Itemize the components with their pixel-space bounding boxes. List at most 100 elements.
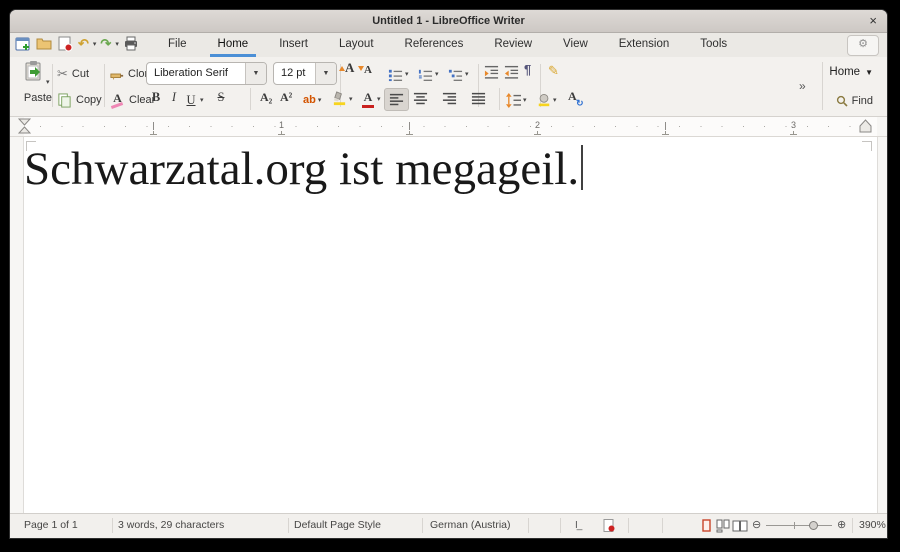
font-size-value[interactable]: 12 pt: [274, 63, 315, 84]
character-highlight-dropdown-icon[interactable]: ▾: [318, 96, 322, 104]
separator: [852, 518, 853, 533]
edit-mode-pencil-icon[interactable]: ✎: [548, 63, 559, 79]
underline-button[interactable]: U ▾: [184, 90, 204, 110]
ruler-number: 1: [279, 120, 284, 130]
formatting-marks-button[interactable]: ¶: [524, 62, 531, 77]
align-left-button[interactable]: [384, 88, 409, 111]
subscript-button[interactable]: A₂: [260, 90, 272, 105]
document-modified-icon[interactable]: [603, 519, 616, 533]
tab-home[interactable]: Home: [205, 33, 262, 57]
zoom-out-button[interactable]: ⊖: [752, 514, 761, 537]
strikethrough-button[interactable]: S: [214, 90, 228, 105]
align-center-button[interactable]: [413, 91, 428, 106]
separator: [628, 518, 629, 533]
line-spacing-dropdown-icon[interactable]: ▾: [523, 96, 527, 104]
font-name-value[interactable]: Liberation Serif: [147, 63, 245, 84]
save-icon[interactable]: [57, 36, 73, 52]
character-highlight-button[interactable]: ab ▾: [303, 90, 321, 110]
quick-access-toolbar: ↶ ▾ ↷ ▾: [15, 36, 139, 52]
paragraph-text[interactable]: Schwarzatal.org ist megageil.: [24, 143, 579, 195]
paragraph-background-dropdown-icon[interactable]: ▾: [553, 96, 557, 104]
numbered-list-button[interactable]: ▾: [418, 64, 439, 84]
paragraph-background-button[interactable]: ▾: [537, 90, 557, 110]
page-style-status[interactable]: Default Page Style: [294, 514, 381, 537]
paste-label[interactable]: Paste: [20, 92, 56, 104]
document-text[interactable]: Schwarzatal.org ist megageil.: [24, 137, 583, 201]
zoom-slider-notch: [794, 522, 795, 529]
autocorrect-button[interactable]: A ↻: [568, 91, 577, 103]
font-color-dropdown-icon[interactable]: ▾: [377, 95, 381, 103]
font-color-button[interactable]: A ▾: [361, 89, 381, 109]
tab-tools[interactable]: Tools: [687, 33, 740, 57]
book-view-button[interactable]: [732, 519, 748, 533]
align-justify-button[interactable]: [471, 91, 486, 106]
up-arrow-icon: [339, 66, 345, 71]
font-name-dropdown-icon[interactable]: ▼: [245, 63, 266, 84]
tab-references[interactable]: References: [392, 33, 477, 57]
highlighter-icon: [332, 91, 347, 107]
character-highlight-icon: ab: [303, 94, 316, 106]
right-indent-marker[interactable]: [859, 119, 872, 134]
increase-indent-button[interactable]: [484, 65, 499, 80]
context-menu-button[interactable]: Home ▼: [829, 66, 873, 78]
highlight-dropdown-icon[interactable]: ▾: [349, 95, 353, 103]
notebookbar-tab-row: ↶ ▾ ↷ ▾ File Home Insert Layout Referenc…: [10, 33, 887, 57]
tab-view[interactable]: View: [550, 33, 601, 57]
font-size-combobox[interactable]: 12 pt ▼: [273, 62, 337, 85]
default-tabstop-mark: [534, 130, 541, 135]
new-document-icon[interactable]: [15, 36, 31, 52]
bold-button[interactable]: B: [149, 90, 163, 105]
align-right-button[interactable]: [442, 91, 457, 106]
tab-extension[interactable]: Extension: [606, 33, 683, 57]
outline-list-dropdown-icon[interactable]: ▾: [465, 70, 469, 78]
bullet-list-dropdown-icon[interactable]: ▾: [405, 70, 409, 78]
toolbar-overflow-button[interactable]: »: [799, 79, 806, 93]
underline-dropdown-icon[interactable]: ▾: [200, 96, 204, 104]
undo-icon[interactable]: ↶: [78, 36, 89, 52]
default-tabstop-mark: [406, 130, 413, 135]
redo-dropdown-icon[interactable]: ▾: [115, 40, 119, 48]
page-right-margin-strip: [877, 137, 887, 514]
page-number-status[interactable]: Page 1 of 1: [24, 514, 78, 537]
document-canvas[interactable]: Schwarzatal.org ist megageil.: [10, 137, 887, 514]
gear-icon[interactable]: ⚙: [847, 35, 879, 56]
copy-button[interactable]: Copy: [57, 90, 102, 110]
redo-icon[interactable]: ↷: [100, 36, 111, 52]
superscript-button[interactable]: A²: [280, 90, 292, 105]
decrease-indent-button[interactable]: [504, 65, 519, 80]
font-size-dropdown-icon[interactable]: ▼: [315, 63, 336, 84]
status-bar: Page 1 of 1 3 words, 29 characters Defau…: [10, 513, 887, 538]
zoom-slider[interactable]: [766, 525, 832, 526]
zoom-in-button[interactable]: ⊕: [837, 514, 846, 537]
tab-layout[interactable]: Layout: [326, 33, 387, 57]
font-name-combobox[interactable]: Liberation Serif ▼: [146, 62, 267, 85]
line-spacing-button[interactable]: ▾: [506, 90, 527, 110]
horizontal-ruler[interactable]: 1 2 3: [10, 117, 887, 137]
print-icon[interactable]: [123, 36, 139, 52]
zoom-level-status[interactable]: 390%: [859, 514, 886, 537]
cut-button[interactable]: ✂ Cut: [57, 64, 89, 84]
paste-dropdown-icon[interactable]: ▾: [46, 78, 50, 86]
find-button[interactable]: Find: [836, 91, 873, 111]
numbered-list-dropdown-icon[interactable]: ▾: [435, 70, 439, 78]
open-icon[interactable]: [36, 36, 52, 52]
word-count-status[interactable]: 3 words, 29 characters: [118, 514, 224, 537]
multi-page-view-button[interactable]: [716, 519, 730, 533]
outline-list-button[interactable]: ▾: [448, 64, 469, 84]
italic-button[interactable]: I: [167, 90, 181, 105]
undo-dropdown-icon[interactable]: ▾: [93, 40, 97, 48]
left-indent-marker[interactable]: [18, 118, 31, 135]
tab-insert[interactable]: Insert: [266, 33, 321, 57]
tab-review[interactable]: Review: [481, 33, 545, 57]
tab-file[interactable]: File: [155, 33, 200, 57]
bullet-list-button[interactable]: ▾: [388, 64, 409, 84]
language-status[interactable]: German (Austria): [430, 514, 511, 537]
home-toolbar: ▾ Paste ✂ Cut Copy Clone A Cle: [10, 57, 887, 117]
insert-mode-icon[interactable]: I_: [575, 514, 581, 537]
highlight-color-button[interactable]: ▾: [332, 89, 353, 109]
paste-icon[interactable]: [24, 61, 43, 82]
screen: Untitled 1 - LibreOffice Writer × ↶ ▾ ↷ …: [0, 0, 900, 552]
zoom-slider-handle[interactable]: [809, 521, 818, 530]
close-icon[interactable]: ×: [869, 10, 877, 31]
single-page-view-button[interactable]: [700, 519, 713, 533]
